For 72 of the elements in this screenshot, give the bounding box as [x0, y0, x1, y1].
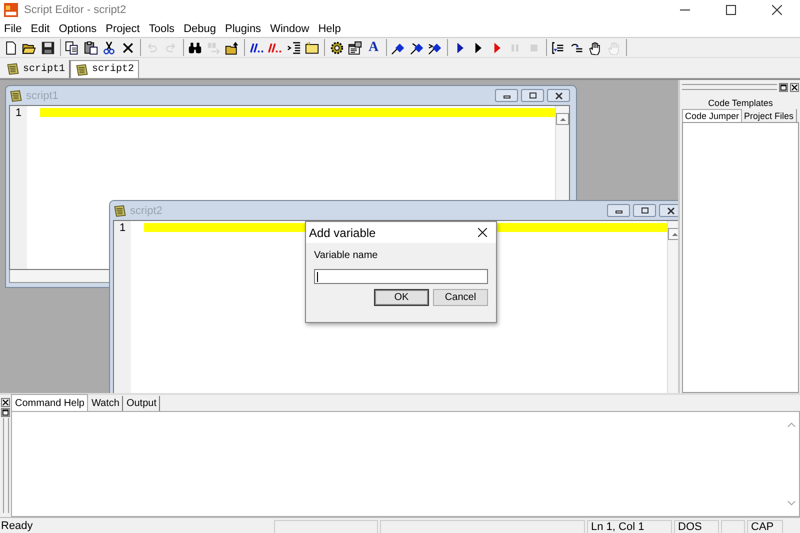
up-arrow-icon	[672, 232, 678, 236]
copy-icon[interactable]	[64, 39, 80, 56]
close-icon	[2, 399, 9, 406]
restore-button[interactable]	[1, 408, 10, 417]
restore-icon	[780, 84, 787, 90]
step-into-icon[interactable]	[550, 39, 566, 56]
script-icon	[9, 88, 23, 102]
dialog-title: Add variable	[309, 226, 376, 240]
caps-lock-indicator: CAP	[747, 520, 783, 533]
maximize-icon[interactable]	[726, 5, 736, 15]
close-icon	[791, 84, 798, 90]
window-properties-icon[interactable]	[346, 39, 364, 56]
status-pane	[721, 520, 745, 533]
dialog-button[interactable]: OK	[374, 289, 429, 306]
cursor-position: Ln 1, Col 1	[587, 520, 672, 533]
menu-item[interactable]: Debug	[180, 22, 220, 34]
close-button[interactable]	[659, 204, 678, 217]
up-arrow-icon	[560, 117, 566, 121]
document-tab[interactable]: script2	[70, 60, 140, 78]
panel-grip[interactable]	[2, 418, 8, 513]
scroll-up-button[interactable]	[556, 113, 569, 125]
restore-button[interactable]	[521, 89, 544, 102]
close-icon	[554, 90, 564, 100]
editor-window-title: script2	[130, 204, 162, 216]
restore-button[interactable]	[633, 204, 656, 217]
menu-item[interactable]: Edit	[26, 22, 54, 34]
restore-icon	[528, 90, 538, 100]
gear-icon[interactable]	[328, 39, 345, 56]
menu-item[interactable]: Plugins	[220, 22, 266, 34]
script-icon	[113, 204, 127, 218]
panel-tab[interactable]: Code Jumper	[682, 109, 742, 122]
panel-tab[interactable]: Command Help	[11, 394, 88, 411]
menu-item[interactable]: File	[0, 22, 26, 34]
script-icon	[6, 62, 20, 76]
restore-icon	[640, 206, 650, 216]
status-text: Ready	[0, 520, 34, 533]
close-icon	[666, 206, 676, 216]
panel-grip[interactable]	[682, 84, 777, 90]
menu-item[interactable]: Project	[102, 22, 144, 34]
menu-item[interactable]: Tools	[144, 22, 179, 34]
editor-window-title: script1	[26, 90, 58, 102]
minimize-button[interactable]	[607, 204, 630, 217]
variable-name-field[interactable]	[314, 269, 488, 284]
close-icon[interactable]	[772, 5, 782, 15]
line-number: 1	[119, 221, 126, 234]
folder-arrow-icon[interactable]	[224, 39, 240, 56]
cut-icon[interactable]	[100, 39, 118, 56]
menu-item[interactable]: Options	[54, 22, 101, 34]
paste-icon[interactable]	[82, 39, 99, 56]
close-icon[interactable]	[478, 228, 486, 237]
menu-item[interactable]: Help	[314, 22, 345, 34]
scroll-down-icon[interactable]	[786, 500, 796, 506]
menu-item[interactable]: Window	[266, 22, 314, 34]
close-button[interactable]	[790, 82, 799, 92]
note-icon[interactable]	[304, 39, 320, 56]
indent-icon[interactable]	[285, 39, 302, 56]
restore-button[interactable]	[779, 82, 788, 92]
close-button[interactable]	[1, 398, 10, 407]
scroll-up-icon[interactable]	[786, 422, 796, 428]
dialog-button[interactable]: Cancel	[433, 289, 488, 306]
minimize-button[interactable]	[495, 89, 518, 102]
script-icon	[75, 62, 90, 76]
close-button[interactable]	[547, 89, 570, 102]
app-icon	[4, 3, 18, 17]
window-title: Script Editor - script2	[24, 4, 126, 16]
line-number: 1	[15, 106, 22, 119]
field-label: Variable name	[314, 250, 379, 262]
panel-tab[interactable]: Code Templates	[682, 96, 799, 109]
restore-icon	[2, 409, 9, 416]
line-ending: DOS	[674, 520, 719, 533]
save-icon[interactable]	[39, 39, 56, 56]
scroll-up-button[interactable]	[668, 228, 678, 240]
